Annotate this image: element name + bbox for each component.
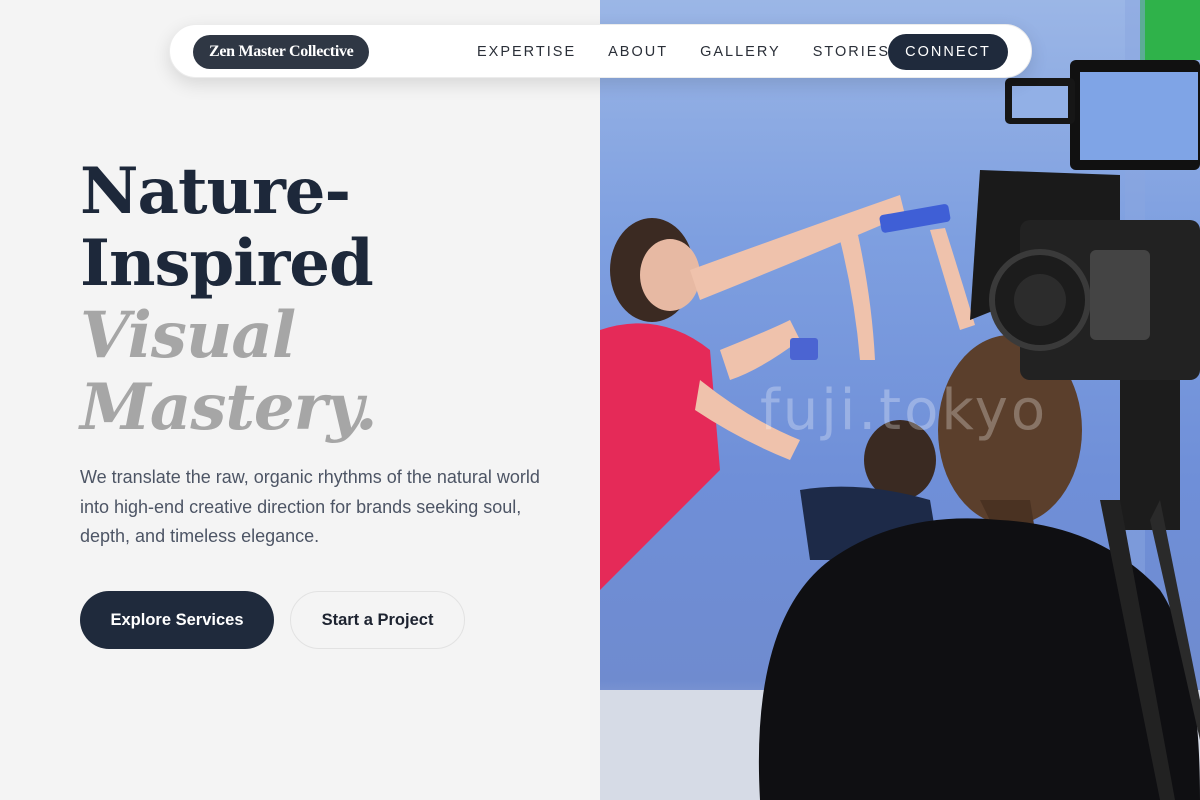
hero-photo: fuji.tokyo bbox=[600, 0, 1200, 800]
nav-link-expertise[interactable]: EXPERTISE bbox=[477, 44, 576, 60]
hero-heading: Nature- Inspired Visual Mastery. bbox=[80, 154, 377, 445]
hero-title-line-2: Inspired bbox=[80, 226, 374, 301]
photo-watermark: fuji.tokyo bbox=[760, 378, 1049, 443]
hero-title-line-1: Nature- bbox=[80, 154, 351, 229]
connect-button[interactable]: CONNECT bbox=[888, 34, 1008, 70]
nav-link-stories[interactable]: STORIES bbox=[813, 44, 890, 60]
hero-description: We translate the raw, organic rhythms of… bbox=[80, 467, 540, 546]
hero-accent-line-2: Mastery. bbox=[80, 370, 377, 445]
brand-logo[interactable]: Zen Master Collective bbox=[193, 35, 370, 69]
explore-services-button[interactable]: Explore Services bbox=[80, 591, 274, 649]
hero-accent-line-1: Visual bbox=[80, 298, 296, 373]
nav-link-about[interactable]: ABOUT bbox=[608, 44, 668, 60]
top-navbar: Zen Master Collective EXPERTISE ABOUT GA… bbox=[169, 24, 1032, 78]
nav-links: EXPERTISE ABOUT GALLERY STORIES bbox=[477, 25, 922, 79]
start-project-button[interactable]: Start a Project bbox=[290, 591, 465, 649]
nav-link-gallery[interactable]: GALLERY bbox=[700, 44, 781, 60]
